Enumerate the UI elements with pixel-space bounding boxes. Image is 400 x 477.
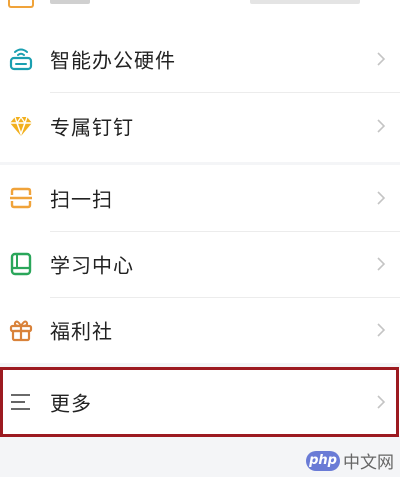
diamond-icon: [8, 113, 34, 139]
chevron-right-icon: [377, 323, 386, 337]
book-icon: [8, 251, 34, 277]
chevron-right-icon: [377, 395, 386, 409]
watermark-text: 中文网: [343, 453, 394, 473]
menu-item-exclusive-dingtalk[interactable]: 专属钉钉: [0, 93, 400, 159]
php-logo: php: [306, 450, 340, 471]
menu-item-scan[interactable]: 扫一扫: [0, 165, 400, 231]
scan-icon: [8, 185, 34, 211]
chevron-right-icon: [377, 191, 386, 205]
partial-label: [50, 0, 90, 4]
menu-group-2: 扫一扫 学习中心 福利社: [0, 165, 400, 363]
menu-group-1: 智能办公硬件 专属钉钉: [0, 22, 400, 162]
menu-item-label: 扫一扫: [50, 187, 113, 212]
menu-item-smart-hardware[interactable]: 智能办公硬件: [0, 26, 400, 92]
menu-item-label: 福利社: [50, 319, 113, 344]
chevron-right-icon: [377, 119, 386, 133]
menu-item-label: 学习中心: [50, 253, 134, 278]
watermark: php 中文网: [306, 448, 394, 473]
menu-group-3: 更多: [0, 368, 400, 436]
chevron-right-icon: [377, 257, 386, 271]
menu-item-label: 专属钉钉: [50, 115, 134, 140]
menu-item-learning-center[interactable]: 学习中心: [0, 231, 400, 297]
settings-page: 智能办公硬件 专属钉钉 扫一扫 学习中心 福利社 更多 php 中文网: [0, 0, 400, 477]
top-partial-row: [0, 0, 400, 22]
partial-icon: [8, 0, 34, 8]
gift-icon: [8, 317, 34, 343]
menu-item-label: 智能办公硬件: [50, 48, 176, 73]
router-icon: [8, 46, 34, 72]
menu-lines-icon: [8, 389, 34, 415]
menu-item-welfare[interactable]: 福利社: [0, 297, 400, 363]
partial-value: [250, 0, 360, 4]
menu-item-more[interactable]: 更多: [0, 369, 400, 435]
chevron-right-icon: [377, 52, 386, 66]
menu-item-label: 更多: [50, 391, 92, 416]
